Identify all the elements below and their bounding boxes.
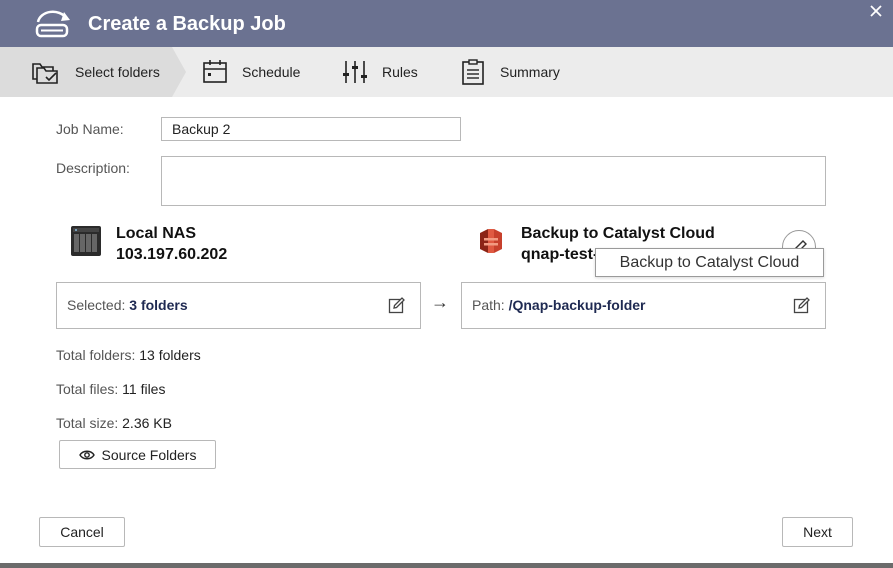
- total-files-label: Total files:: [56, 381, 119, 397]
- source-folders-label: Source Folders: [101, 446, 197, 463]
- total-folders: Total folders: 13 folders: [56, 347, 201, 363]
- destination-subtitle: qnap-test-: [521, 246, 599, 263]
- eye-icon: [78, 450, 95, 459]
- total-size-label: Total size:: [56, 415, 119, 431]
- close-icon[interactable]: [867, 2, 885, 20]
- calendar-icon: [203, 60, 227, 83]
- s3-bucket-icon: [480, 229, 502, 253]
- destination-path-text: Path: /Qnap-backup-folder: [472, 297, 646, 313]
- path-value: /Qnap-backup-folder: [508, 297, 646, 313]
- step-label: Summary: [500, 64, 560, 80]
- dialog-bottom-border: [0, 563, 893, 568]
- step-label: Rules: [382, 64, 418, 80]
- step-label: Select folders: [75, 64, 160, 80]
- source-selected-text: Selected: 3 folders: [67, 297, 188, 313]
- clipboard-icon: [462, 59, 484, 85]
- destination-tooltip: Backup to Catalyst Cloud: [595, 248, 824, 277]
- step-summary[interactable]: Summary: [460, 47, 560, 97]
- source-name: Local NAS: [116, 225, 197, 242]
- backup-job-icon: [35, 10, 70, 38]
- job-name-label: Job Name:: [56, 121, 124, 137]
- next-button[interactable]: Next: [782, 517, 853, 547]
- step-select-folders[interactable]: Select folders: [31, 47, 160, 97]
- wizard-steps: Select folders Schedule Rules Summary: [0, 47, 893, 97]
- cancel-button[interactable]: Cancel: [39, 517, 125, 547]
- total-folders-label: Total folders:: [56, 347, 136, 363]
- edit-source-icon[interactable]: [388, 296, 406, 314]
- sliders-icon: [343, 61, 367, 83]
- job-name-input[interactable]: [161, 117, 461, 141]
- edit-path-icon[interactable]: [793, 296, 811, 314]
- total-size: Total size: 2.36 KB: [56, 415, 172, 431]
- step-schedule[interactable]: Schedule: [202, 47, 300, 97]
- dialog-title: Create a Backup Job: [88, 13, 286, 35]
- dialog-titlebar: Create a Backup Job: [0, 0, 893, 47]
- total-folders-value: 13 folders: [139, 347, 201, 363]
- source-selection-box: Selected: 3 folders: [56, 282, 421, 329]
- path-label: Path:: [472, 297, 505, 313]
- description-input[interactable]: [161, 156, 826, 206]
- selected-value: 3 folders: [129, 297, 188, 313]
- source-address: 103.197.60.202: [116, 246, 228, 263]
- folders-icon: [32, 63, 58, 84]
- total-size-value: 2.36 KB: [122, 415, 172, 431]
- step-label: Schedule: [242, 64, 301, 80]
- total-files-value: 11 files: [122, 381, 166, 397]
- total-files: Total files: 11 files: [56, 381, 165, 397]
- arrow-right-icon: →: [431, 292, 449, 312]
- destination-path-box: Path: /Qnap-backup-folder: [461, 282, 826, 329]
- source-folders-button[interactable]: Source Folders: [59, 440, 216, 469]
- destination-name: Backup to Catalyst Cloud: [521, 225, 715, 242]
- description-label: Description:: [56, 160, 130, 176]
- nas-device-icon: [71, 226, 101, 256]
- step-rules[interactable]: Rules: [342, 47, 418, 97]
- active-step-arrow: [172, 47, 186, 97]
- selected-label: Selected:: [67, 297, 126, 313]
